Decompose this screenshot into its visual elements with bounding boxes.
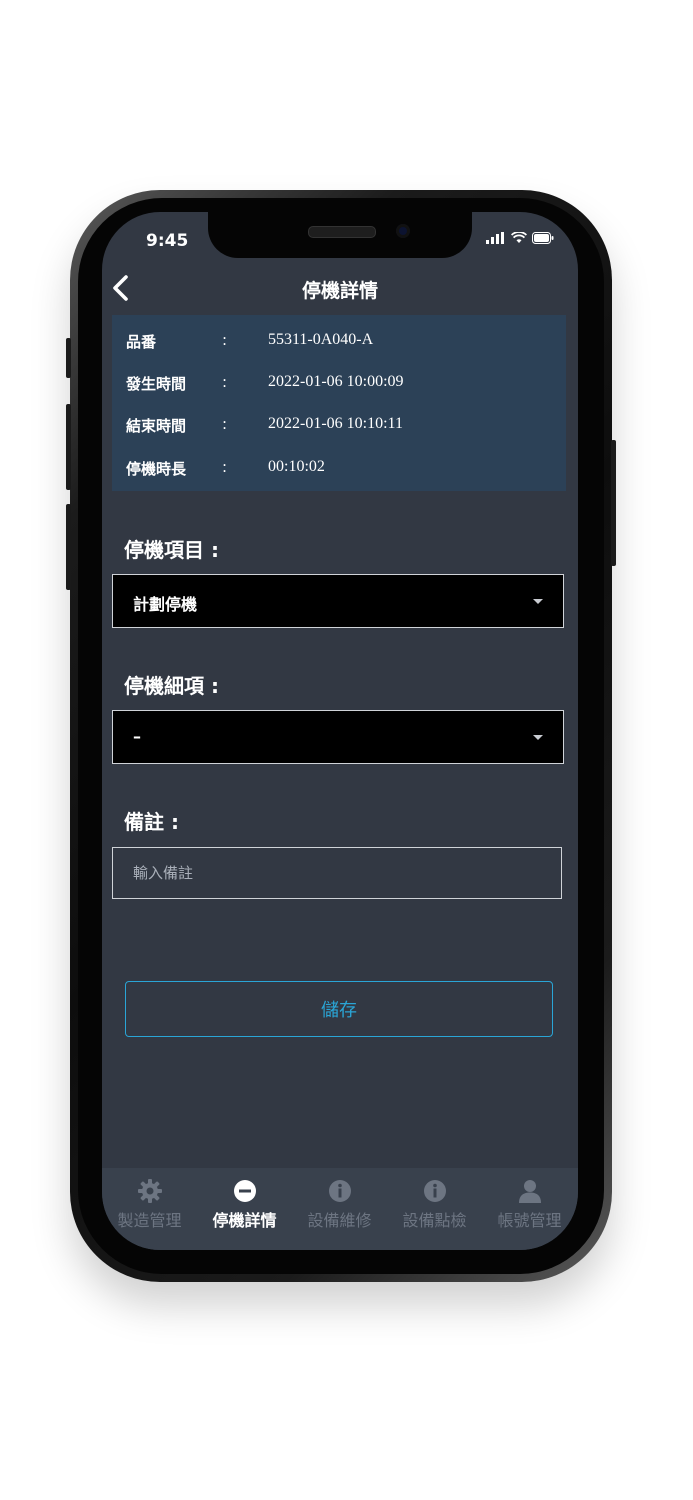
stop-detail-label: 停機細項 :: [124, 674, 219, 698]
info-colon: :: [222, 458, 228, 476]
stop-detail-select[interactable]: –: [112, 710, 564, 764]
speaker-grille: [308, 226, 376, 238]
status-icons: [486, 232, 554, 244]
volume-up-button: [66, 404, 71, 490]
wifi-icon: [511, 232, 527, 243]
info-row-part-number: 品番 : 55311-0A040-A: [126, 331, 556, 355]
info-colon: :: [222, 373, 228, 391]
bottom-tab-bar: 製造管理 停機詳情 設備維修 設備點檢 帳號管理: [102, 1168, 578, 1250]
info-value: 2022-01-06 10:00:09: [268, 373, 404, 390]
tab-label: 設備點檢: [402, 1211, 467, 1230]
tab-manufacturing-management[interactable]: 製造管理: [102, 1178, 197, 1231]
info-label: 品番: [126, 333, 157, 351]
status-time: 9:45: [146, 231, 189, 251]
note-input[interactable]: [112, 847, 562, 899]
tab-account-management[interactable]: 帳號管理: [482, 1178, 577, 1231]
stoppage-info-panel: 品番 : 55311-0A040-A 發生時間 : 2022-01-06 10:…: [112, 315, 566, 491]
caret-down-icon: [533, 599, 543, 604]
volume-down-button: [66, 504, 71, 590]
front-camera: [396, 224, 410, 238]
info-label: 發生時間: [126, 375, 187, 393]
tab-label: 帳號管理: [497, 1211, 562, 1230]
info-label: 結束時間: [126, 417, 187, 435]
info-value: 2022-01-06 10:10:11: [268, 415, 403, 432]
stop-item-value: 計劃停機: [133, 595, 198, 614]
tab-label: 製造管理: [117, 1211, 182, 1230]
caret-down-icon: [533, 735, 543, 740]
stop-item-select[interactable]: 計劃停機: [112, 574, 564, 628]
info-label: 停機時長: [126, 460, 187, 478]
notch: [208, 212, 472, 258]
stop-detail-value: –: [133, 727, 141, 746]
save-button[interactable]: 儲存: [125, 981, 553, 1037]
info-row-end-time: 結束時間 : 2022-01-06 10:10:11: [126, 415, 556, 439]
tab-equipment-inspection[interactable]: 設備點檢: [387, 1178, 482, 1231]
phone-screen: 9:45 停機詳情 品番: 55311-0A040-A 發生時間: 2022…: [102, 212, 578, 1250]
tab-stoppage-details[interactable]: 停機詳情: [197, 1178, 292, 1231]
stop-item-label: 停機項目 :: [124, 538, 219, 562]
info-value: 00:10:02: [268, 458, 325, 475]
info-colon: :: [222, 415, 228, 433]
minus-circle-icon: [233, 1180, 256, 1202]
user-icon: [518, 1180, 541, 1203]
gear-icon: [137, 1179, 162, 1203]
stage: 9:45 停機詳情 品番: 55311-0A040-A 發生時間: 2022…: [0, 0, 693, 1500]
tab-label: 設備維修: [307, 1211, 372, 1230]
info-value: 55311-0A040-A: [268, 331, 374, 348]
note-label: 備註 :: [124, 810, 179, 834]
page-title: 停機詳情: [301, 280, 378, 302]
power-button: [611, 440, 616, 566]
info-row-start-time: 發生時間 : 2022-01-06 10:00:09: [126, 373, 556, 397]
info-circle-icon: [328, 1180, 351, 1202]
info-colon: :: [222, 331, 228, 349]
signal-icon: [486, 232, 504, 244]
tab-equipment-repair[interactable]: 設備維修: [292, 1178, 387, 1231]
battery-icon: [532, 232, 554, 244]
mute-switch: [66, 338, 71, 378]
tab-label: 停機詳情: [212, 1211, 277, 1230]
info-row-duration: 停機時長 : 00:10:02: [126, 458, 556, 482]
info-circle-icon: [423, 1180, 446, 1202]
